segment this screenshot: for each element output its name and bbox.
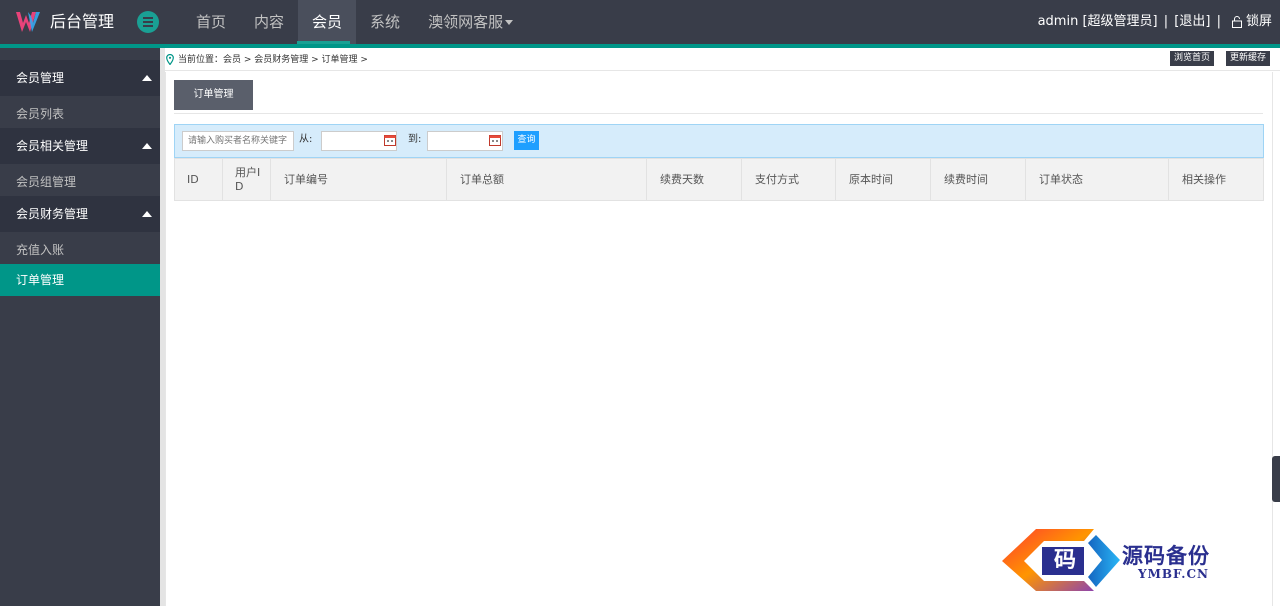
sidebar-item-recharge[interactable]: 充值入账 xyxy=(0,234,160,266)
watermark-char: 码 xyxy=(1053,547,1076,573)
column-header-order-number[interactable]: 订单编号 xyxy=(270,158,446,201)
brand-title: 后台管理 xyxy=(50,12,115,31)
column-header-payment-method[interactable]: 支付方式 xyxy=(741,158,835,201)
watermark-subtitle: YMBF.CN xyxy=(1138,567,1210,581)
sidebar-group-member-finance[interactable]: 会员财务管理 xyxy=(0,196,160,232)
chevron-up-icon xyxy=(142,75,152,81)
sidebar-item-member-groups[interactable]: 会员组管理 xyxy=(0,166,160,198)
column-header-order-total[interactable]: 订单总额 xyxy=(446,158,646,201)
tab-divider xyxy=(174,113,1263,114)
buyer-search-input[interactable] xyxy=(182,131,294,151)
menu-toggle-icon[interactable] xyxy=(137,11,159,33)
refresh-cache-button[interactable]: 更新缓存 xyxy=(1226,51,1271,66)
nav-system[interactable]: 系统 xyxy=(356,0,414,44)
sidebar-group-label: 会员管理 xyxy=(16,71,65,85)
calendar-icon[interactable] xyxy=(384,134,396,146)
sidebar-item-orders[interactable]: 订单管理 xyxy=(0,264,160,296)
nav-active-indicator xyxy=(297,41,350,44)
breadcrumb: 当前位置：会员 > 会员财务管理 > 订单管理 > xyxy=(178,55,368,65)
chevron-down-icon xyxy=(505,20,514,25)
top-nav: 首页 内容 会员 系统 澳领网客服 xyxy=(182,0,527,44)
column-header-renewal-days[interactable]: 续费天数 xyxy=(646,158,741,201)
user-role: [超级管理员] xyxy=(1082,14,1158,29)
user-area: admin [超级管理员] | [退出] | 锁屏 xyxy=(1038,0,1272,44)
sidebar-item-member-list[interactable]: 会员列表 xyxy=(0,98,160,130)
column-header-id[interactable]: ID xyxy=(174,158,222,201)
lock-icon xyxy=(1231,16,1242,28)
sidebar-group-label: 会员财务管理 xyxy=(16,207,89,221)
tab-order-management[interactable]: 订单管理 xyxy=(174,80,253,110)
column-header-renewal-time[interactable]: 续费时间 xyxy=(930,158,1025,201)
separator: | xyxy=(1163,14,1169,29)
sidebar-group-member-management[interactable]: 会员管理 xyxy=(0,60,160,96)
sidebar-group-member-related[interactable]: 会员相关管理 xyxy=(0,128,160,164)
from-label: 从: xyxy=(299,134,313,145)
chevron-up-icon xyxy=(142,143,152,149)
column-header-original-time[interactable]: 原本时间 xyxy=(835,158,930,201)
query-button[interactable]: 查询 xyxy=(514,131,539,150)
lock-screen-link[interactable]: 锁屏 xyxy=(1246,0,1272,44)
browse-home-button[interactable]: 浏览首页 xyxy=(1170,51,1215,66)
logo-icon xyxy=(16,12,40,32)
column-header-user-id[interactable]: 用户ID xyxy=(222,158,270,201)
watermark-title: 源码备份 xyxy=(1122,543,1210,568)
logout-link[interactable]: [退出] xyxy=(1174,0,1210,44)
nav-customer-service-label: 澳领网客服 xyxy=(428,13,504,31)
column-header-order-status[interactable]: 订单状态 xyxy=(1025,158,1168,201)
column-header-user-id-label: 用户ID xyxy=(235,165,261,193)
chevron-up-icon xyxy=(142,211,152,217)
nav-home[interactable]: 首页 xyxy=(182,0,240,44)
location-pin-icon xyxy=(166,54,174,65)
nav-content[interactable]: 内容 xyxy=(240,0,298,44)
nav-customer-service[interactable]: 澳领网客服 xyxy=(414,0,527,44)
sidebar-group-label: 会员相关管理 xyxy=(16,139,89,153)
side-scroll-handle[interactable] xyxy=(1272,456,1280,502)
calendar-icon[interactable] xyxy=(489,134,501,146)
username: admin xyxy=(1037,14,1079,29)
nav-member[interactable]: 会员 xyxy=(298,0,357,44)
separator: | xyxy=(1216,14,1221,29)
to-label: 到: xyxy=(408,134,422,145)
column-header-actions[interactable]: 相关操作 xyxy=(1168,158,1263,201)
